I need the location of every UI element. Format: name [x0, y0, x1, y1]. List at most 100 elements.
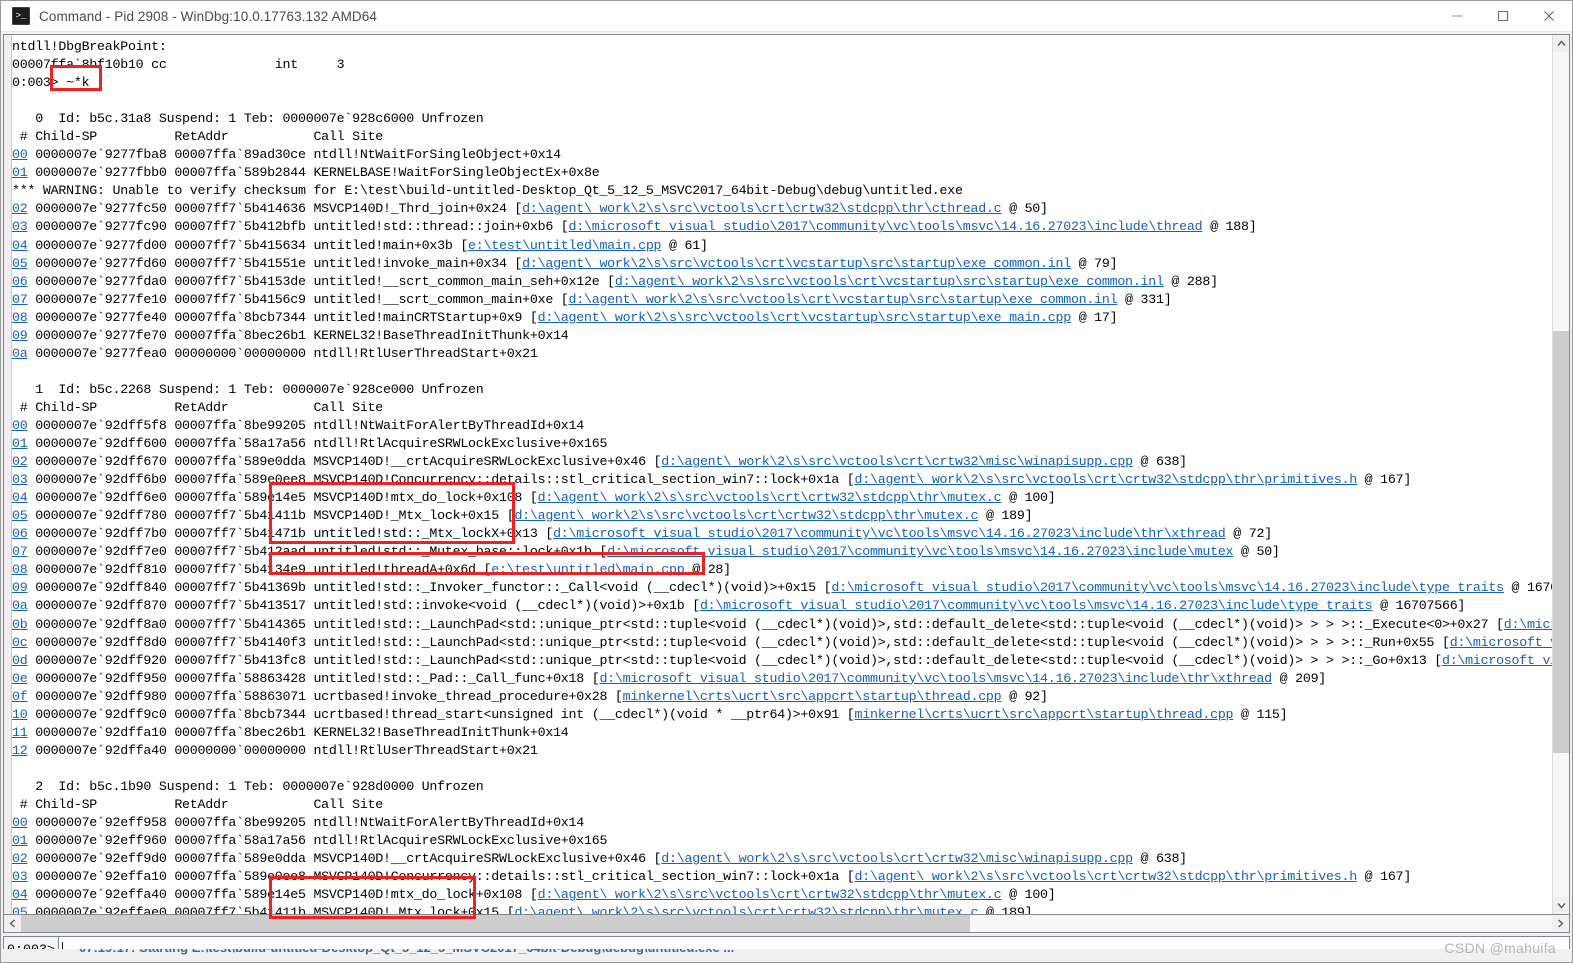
source-link[interactable]: d:\microsoft visual studio\2017\communit… — [831, 580, 1504, 595]
source-link[interactable]: d:\microsoft visual studio\2017\communit… — [700, 598, 1373, 613]
stack-frame-line: 10 0000007e`92dff9c0 00007ffa`8bcb7344 u… — [12, 706, 1288, 722]
maximize-button[interactable] — [1480, 1, 1526, 31]
frame-index[interactable]: 0e — [12, 671, 28, 686]
frame-index[interactable]: 12 — [12, 743, 28, 758]
frame-index[interactable]: 05 — [12, 508, 28, 523]
stack-frame-line: 0b 0000007e`92dff8a0 00007ff7`5b414365 u… — [12, 616, 1552, 634]
frame-index[interactable]: 08 — [12, 310, 28, 325]
source-link[interactable]: d:\agent\_work\2\s\src\vctools\crt\crtw3… — [538, 490, 1002, 505]
vertical-scroll-track[interactable] — [1553, 52, 1569, 897]
frame-index[interactable]: 03 — [12, 219, 28, 234]
minimize-button[interactable] — [1434, 1, 1480, 31]
frame-index[interactable]: 08 — [12, 562, 28, 577]
source-link[interactable]: minkernel\crts\ucrt\src\appcrt\startup\t… — [623, 689, 1002, 704]
source-link[interactable]: d:\agent\_work\2\s\src\vctools\crt\crtw3… — [538, 887, 1002, 902]
stack-frame-line: 03 0000007e`92effa10 00007ffa`589e0ee8 M… — [12, 869, 1412, 885]
stack-frame-line: 06 0000007e`9277fda0 00007ff7`5b4153de u… — [12, 273, 1218, 289]
console-text: ntdll!DbgBreakPoint: 00007ffa`8bf10b10 cc… — [12, 35, 1552, 914]
source-link[interactable]: d:\agent\_work\2\s\src\vctools\crt\crtw3… — [855, 869, 1358, 884]
command-output-pane[interactable]: ntdll!DbgBreakPoint: 00007ffa`8bf10b10 cc… — [12, 35, 1552, 914]
source-link[interactable]: d:\agent\_work\2\s\src\vctools\crt\crtw3… — [855, 472, 1358, 487]
source-link[interactable]: d:\microsoft visual studio\2017\communit… — [569, 219, 1203, 234]
frame-index[interactable]: 07 — [12, 544, 28, 559]
stack-frame-line: 00 0000007e`92dff5f8 00007ffa`8be99205 n… — [12, 417, 584, 433]
frame-index[interactable]: 0a — [12, 346, 28, 361]
source-link[interactable]: d:\microsoft visual studio\2017\communit… — [553, 526, 1226, 541]
frame-index[interactable]: 05 — [12, 905, 28, 914]
frame-index[interactable]: 0d — [12, 653, 28, 668]
source-link[interactable]: d:\microsoft visual studio — [1504, 617, 1552, 632]
maximize-icon — [1498, 11, 1508, 21]
warning-line: *** WARNING: Unable to verify checksum f… — [12, 183, 963, 199]
source-link[interactable]: d:\microsoft visual studio\2017\c — [1450, 635, 1552, 650]
source-link[interactable]: e:\test\untitled\main.cpp — [468, 238, 662, 253]
frame-index[interactable]: 0c — [12, 635, 28, 650]
frame-index[interactable]: 03 — [12, 472, 28, 487]
stack-frame-line: 04 0000007e`92dff6e0 00007ffa`589e14e5 M… — [12, 490, 1056, 506]
source-link[interactable]: d:\microsoft visual studio\2017\communit… — [607, 544, 1233, 559]
stack-frame-line: 05 0000007e`92effae0 00007ff7`5b41411b M… — [12, 904, 1552, 914]
source-link[interactable]: minkernel\crts\ucrt\src\appcrt\startup\t… — [855, 707, 1234, 722]
frame-index[interactable]: 01 — [12, 436, 28, 451]
source-link[interactable]: d:\microsoft visual studio\2017\communit… — [599, 671, 1272, 686]
frame-index[interactable]: 02 — [12, 454, 28, 469]
stack-frame-line: 03 0000007e`92dff6b0 00007ffa`589e0ee8 M… — [12, 472, 1412, 488]
frame-index[interactable]: 04 — [12, 887, 28, 902]
vertical-scrollbar[interactable] — [1552, 35, 1569, 914]
frame-index[interactable]: 0f — [12, 689, 28, 704]
source-link[interactable]: d:\agent\_work\2\s\src\vctools\crt\vcsta… — [522, 256, 1071, 271]
horizontal-scroll-track[interactable] — [21, 915, 1552, 932]
source-link[interactable]: d:\agent\_work\2\s\src\vctools\crt\vcsta… — [569, 292, 1118, 307]
window-title: Command - Pid 2908 - WinDbg:10.0.17763.1… — [39, 8, 377, 24]
scroll-left-button[interactable] — [4, 915, 21, 932]
stack-frame-line: 04 0000007e`9277fd00 00007ff7`5b415634 u… — [12, 237, 708, 253]
frame-index[interactable]: 01 — [12, 833, 28, 848]
frame-index[interactable]: 05 — [12, 256, 28, 271]
scroll-up-button[interactable] — [1553, 35, 1569, 52]
chevron-right-icon — [1558, 919, 1564, 928]
source-link[interactable]: d:\agent\_work\2\s\src\vctools\crt\vcsta… — [538, 310, 1072, 325]
source-link[interactable]: d:\agent\_work\2\s\src\vctools\crt\vcsta… — [615, 274, 1164, 289]
frame-index[interactable]: 06 — [12, 274, 28, 289]
frame-index[interactable]: 11 — [12, 725, 28, 740]
source-link[interactable]: d:\agent\_work\2\s\src\vctools\crt\crtw3… — [661, 851, 1133, 866]
source-link[interactable]: d:\agent\_work\2\s\src\vctools\crt\crtw3… — [514, 508, 978, 523]
horizontal-scrollbar[interactable] — [3, 915, 1570, 933]
frame-index[interactable]: 04 — [12, 490, 28, 505]
frame-index[interactable]: 10 — [12, 707, 28, 722]
close-button[interactable] — [1526, 1, 1572, 31]
scroll-down-button[interactable] — [1553, 897, 1569, 914]
source-link[interactable]: d:\agent\_work\2\s\src\vctools\crt\crtw3… — [522, 201, 1001, 216]
scroll-right-button[interactable] — [1552, 915, 1569, 932]
source-link[interactable]: d:\microsoft visual studio\2017\co — [1442, 653, 1552, 668]
stack-frame-line: 01 0000007e`92eff960 00007ffa`58a17a56 n… — [12, 833, 608, 849]
stack-frame-line: 0d 0000007e`92dff920 00007ff7`5b413fc8 u… — [12, 652, 1552, 670]
frame-index[interactable]: 07 — [12, 292, 28, 307]
chevron-up-icon — [1556, 40, 1566, 46]
frame-index[interactable]: 09 — [12, 328, 28, 343]
frame-index[interactable]: 02 — [12, 201, 28, 216]
frame-index[interactable]: 02 — [12, 851, 28, 866]
frame-index[interactable]: 0a — [12, 598, 28, 613]
stack-frame-line: 01 0000007e`9277fbb0 00007ffa`589b2844 K… — [12, 165, 600, 181]
frame-index[interactable]: 0b — [12, 617, 28, 632]
frame-index[interactable]: 01 — [12, 165, 28, 180]
frame-index[interactable]: 06 — [12, 526, 28, 541]
source-link[interactable]: e:\test\untitled\main.cpp — [491, 562, 685, 577]
source-link[interactable]: d:\agent\_work\2\s\src\vctools\crt\crtw3… — [514, 905, 978, 914]
console-header-line — [12, 92, 1552, 110]
stack-frame-line: 0a 0000007e`92dff870 00007ff7`5b413517 u… — [12, 598, 1466, 614]
stack-frame-line: 04 0000007e`92effa40 00007ffa`589e14e5 M… — [12, 887, 1056, 903]
source-link[interactable]: d:\agent\_work\2\s\src\vctools\crt\crtw3… — [661, 454, 1133, 469]
frame-index[interactable]: 04 — [12, 238, 28, 253]
vertical-scroll-thumb[interactable] — [1553, 330, 1569, 754]
frame-index[interactable]: 03 — [12, 869, 28, 884]
frame-index[interactable]: 00 — [12, 815, 28, 830]
horizontal-scroll-thumb[interactable] — [21, 915, 971, 932]
stack-frame-line: 05 0000007e`92dff780 00007ff7`5b41411b M… — [12, 508, 1033, 524]
stack-frame-line: 07 0000007e`9277fe10 00007ff7`5b4156c9 u… — [12, 291, 1172, 307]
frame-index[interactable]: 00 — [12, 147, 28, 162]
frame-index[interactable]: 09 — [12, 580, 28, 595]
stack-columns-header: # Child-SP RetAddr Call Site — [12, 399, 384, 415]
frame-index[interactable]: 00 — [12, 418, 28, 433]
